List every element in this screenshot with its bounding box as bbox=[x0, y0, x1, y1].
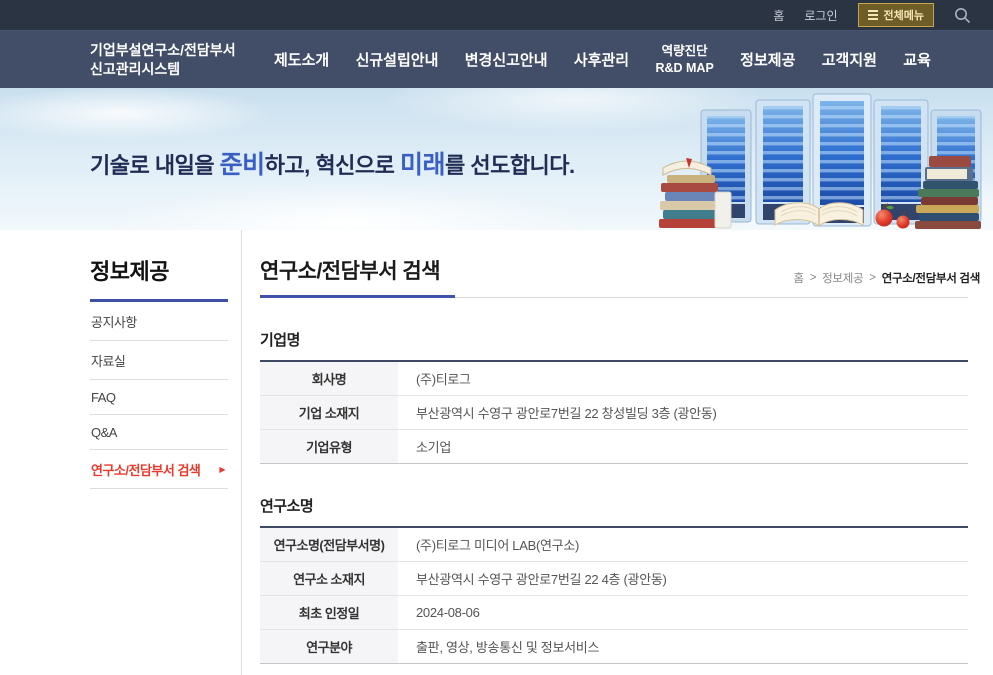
rdmap-line2: R&D MAP bbox=[655, 61, 713, 75]
row-value: 2024-08-06 bbox=[398, 596, 968, 630]
lab-info-table: 연구소명(전담부서명) (주)티로그 미디어 LAB(연구소) 연구소 소재지 … bbox=[260, 526, 968, 664]
slogan-highlight-2: 미래 bbox=[400, 151, 445, 179]
sidebar-item-library[interactable]: 자료실 bbox=[90, 341, 228, 380]
nav-item-gogaek[interactable]: 고객지원 bbox=[822, 49, 877, 70]
row-value: 소기업 bbox=[398, 430, 968, 464]
sidebar-item-label: 연구소/전담부서 검색 bbox=[91, 460, 200, 479]
sidebar-title: 정보제공 bbox=[90, 254, 228, 302]
row-label: 기업 소재지 bbox=[260, 396, 398, 430]
sidebar-item-faq[interactable]: FAQ bbox=[90, 380, 228, 415]
sidebar-item-qna[interactable]: Q&A bbox=[90, 415, 228, 450]
all-menu-button[interactable]: 전체메뉴 bbox=[858, 3, 934, 27]
logo-line1: 기업부설연구소/전담부서 bbox=[90, 41, 258, 59]
row-value: 부산광역시 수영구 광안로7번길 22 창성빌딩 3층 (광안동) bbox=[398, 396, 968, 430]
row-value: 부산광역시 수영구 광안로7번길 22 4층 (광안동) bbox=[398, 562, 968, 596]
active-arrow-icon: ▶ bbox=[219, 465, 225, 474]
search-button[interactable] bbox=[954, 7, 971, 24]
sidebar-item-search-active[interactable]: 연구소/전담부서 검색 ▶ bbox=[90, 450, 228, 489]
table-row: 기업유형 소기업 bbox=[260, 430, 968, 464]
nav-item-jedosogae[interactable]: 제도소개 bbox=[274, 49, 329, 70]
sidebar-item-label: 자료실 bbox=[91, 351, 125, 370]
row-label: 기업유형 bbox=[260, 430, 398, 464]
table-row: 연구분야 출판, 영상, 방송통신 및 정보서비스 bbox=[260, 630, 968, 664]
row-label: 연구분야 bbox=[260, 630, 398, 664]
breadcrumb: 홈 > 정보제공 > 연구소/전담부서 검색 bbox=[793, 270, 980, 286]
table-row: 연구소명(전담부서명) (주)티로그 미디어 LAB(연구소) bbox=[260, 527, 968, 562]
login-link[interactable]: 로그인 bbox=[804, 7, 837, 24]
all-menu-label: 전체메뉴 bbox=[884, 7, 924, 23]
home-link[interactable]: 홈 bbox=[773, 7, 784, 24]
sidebar: 정보제공 공지사항 자료실 FAQ Q&A 연구소/전담부서 검색 ▶ bbox=[90, 230, 242, 675]
server-books-illustration bbox=[653, 88, 993, 230]
slogan-highlight-1: 준비 bbox=[220, 151, 265, 179]
row-label: 회사명 bbox=[260, 361, 398, 396]
nav-item-rdmap[interactable]: 역량진단 R&D MAP bbox=[655, 43, 713, 77]
search-icon bbox=[954, 7, 971, 24]
title-underline bbox=[260, 295, 968, 298]
company-info-table: 회사명 (주)티로그 기업 소재지 부산광역시 수영구 광안로7번길 22 창성… bbox=[260, 360, 968, 464]
rdmap-line1: 역량진단 bbox=[662, 44, 708, 58]
row-label: 연구소 소재지 bbox=[260, 562, 398, 596]
table-row: 기업 소재지 부산광역시 수영구 광안로7번길 22 창성빌딩 3층 (광안동) bbox=[260, 396, 968, 430]
table-row: 회사명 (주)티로그 bbox=[260, 361, 968, 396]
content-area: 정보제공 공지사항 자료실 FAQ Q&A 연구소/전담부서 검색 ▶ 연구소/… bbox=[0, 230, 993, 675]
row-label: 최초 인정일 bbox=[260, 596, 398, 630]
nav-item-jeongbo[interactable]: 정보제공 bbox=[740, 49, 795, 70]
row-value: 출판, 영상, 방송통신 및 정보서비스 bbox=[398, 630, 968, 664]
breadcrumb-separator: > bbox=[869, 272, 875, 284]
nav-item-gyoyuk[interactable]: 교육 bbox=[903, 49, 931, 70]
breadcrumb-home[interactable]: 홈 bbox=[793, 270, 803, 286]
main-panel: 연구소/전담부서 검색 홈 > 정보제공 > 연구소/전담부서 검색 기업명 회… bbox=[242, 230, 993, 675]
breadcrumb-current: 연구소/전담부서 검색 bbox=[882, 270, 980, 286]
nav-item-singyu[interactable]: 신규설립안내 bbox=[356, 49, 439, 70]
banner-slogan: 기술로 내일을 준비하고, 혁신으로 미래를 선도합니다. bbox=[90, 145, 575, 181]
logo-line2: 신고관리시스템 bbox=[90, 60, 258, 78]
hero-banner: 기술로 내일을 준비하고, 혁신으로 미래를 선도합니다. bbox=[0, 88, 993, 230]
main-nav: 기업부설연구소/전담부서 신고관리시스템 제도소개 신규설립안내 변경신고안내 … bbox=[0, 30, 993, 88]
row-label: 연구소명(전담부서명) bbox=[260, 527, 398, 562]
breadcrumb-separator: > bbox=[810, 272, 816, 284]
utility-bar: 홈 로그인 전체메뉴 bbox=[0, 0, 993, 30]
nav-item-sahu[interactable]: 사후관리 bbox=[574, 49, 629, 70]
slogan-suffix: 를 선도합니다. bbox=[445, 153, 575, 178]
hamburger-icon bbox=[868, 10, 878, 20]
sidebar-item-label: 공지사항 bbox=[91, 312, 137, 331]
sidebar-item-label: Q&A bbox=[91, 425, 117, 440]
lab-section-heading: 연구소명 bbox=[260, 495, 968, 516]
sidebar-item-notice[interactable]: 공지사항 bbox=[90, 302, 228, 341]
row-value: (주)티로그 미디어 LAB(연구소) bbox=[398, 527, 968, 562]
slogan-middle: 하고, 혁신으로 bbox=[265, 153, 400, 178]
table-row: 최초 인정일 2024-08-06 bbox=[260, 596, 968, 630]
site-logo[interactable]: 기업부설연구소/전담부서 신고관리시스템 bbox=[90, 41, 258, 77]
sidebar-item-label: FAQ bbox=[91, 390, 116, 405]
nav-menu: 제도소개 신규설립안내 변경신고안내 사후관리 역량진단 R&D MAP 정보제… bbox=[274, 43, 931, 77]
slogan-prefix: 기술로 내일을 bbox=[90, 153, 220, 178]
company-section-heading: 기업명 bbox=[260, 329, 968, 350]
row-value: (주)티로그 bbox=[398, 361, 968, 396]
nav-item-byeongyeong[interactable]: 변경신고안내 bbox=[465, 49, 548, 70]
table-row: 연구소 소재지 부산광역시 수영구 광안로7번길 22 4층 (광안동) bbox=[260, 562, 968, 596]
breadcrumb-section[interactable]: 정보제공 bbox=[822, 270, 863, 286]
